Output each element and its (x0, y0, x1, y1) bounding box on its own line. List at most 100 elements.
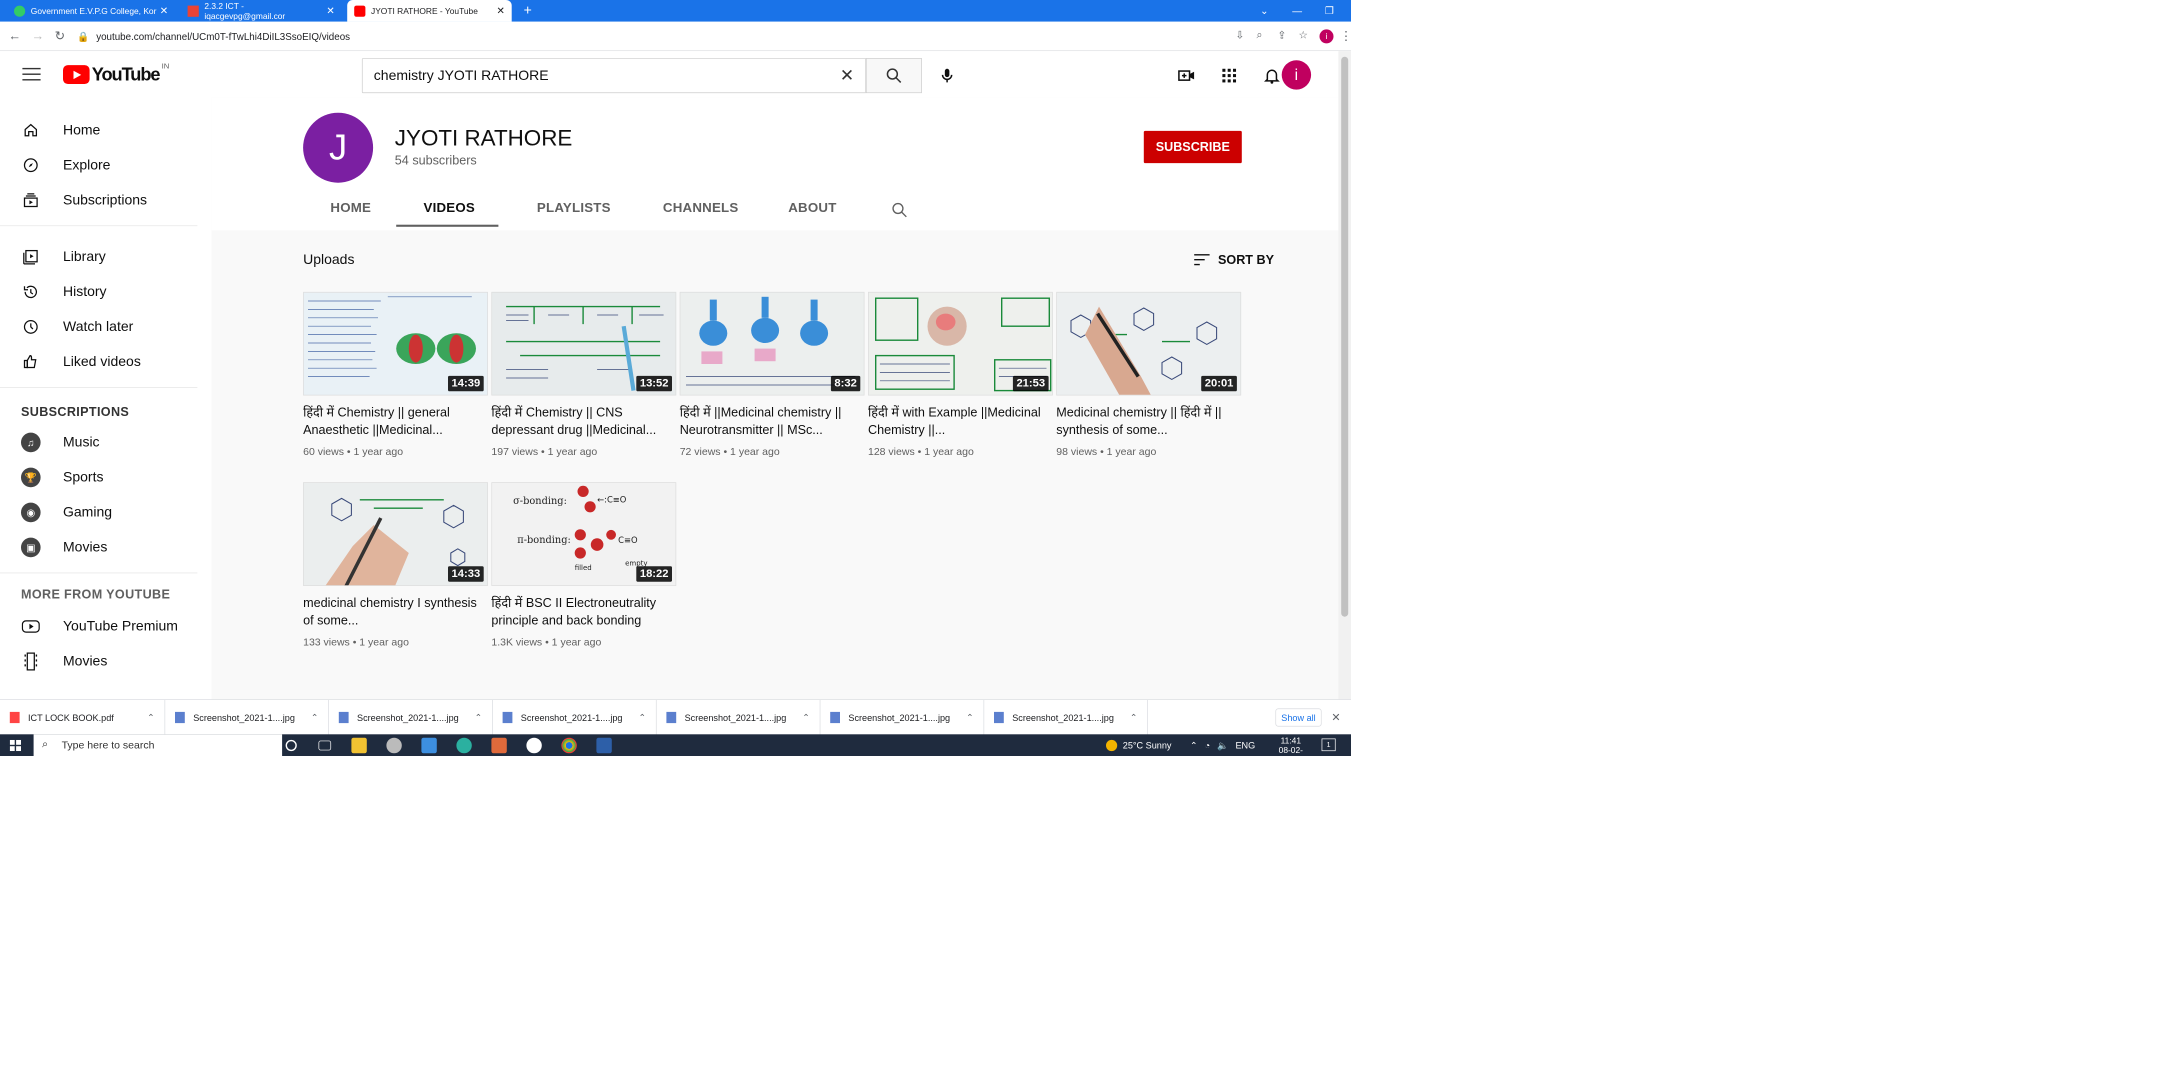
wifi-icon[interactable]: ◔ (1205, 740, 1211, 751)
video-title[interactable]: हिंदी में Chemistry || CNS depressant dr… (491, 404, 676, 439)
chrome-icon[interactable] (561, 737, 577, 754)
chrome-menu-icon[interactable]: ⋮ (1340, 29, 1353, 44)
sidebar-item-movies[interactable]: ▣ Movies (0, 530, 211, 565)
close-tab-icon[interactable]: ✕ (160, 5, 168, 17)
close-tab-icon[interactable]: ✕ (496, 5, 504, 17)
sidebar-item-subscriptions[interactable]: Subscriptions (0, 183, 211, 218)
install-icon[interactable]: ⇩ (1236, 29, 1245, 41)
account-avatar[interactable]: i (1281, 60, 1312, 90)
maps-icon[interactable] (526, 737, 542, 754)
sidebar-item-explore[interactable]: Explore (0, 148, 211, 183)
tab-channels[interactable]: CHANNELS (663, 201, 739, 216)
file-explorer-icon[interactable] (351, 737, 367, 754)
browser-tab-active[interactable]: JYOTI RATHORE - YouTube ✕ (347, 0, 512, 22)
back-icon[interactable]: ← (8, 29, 21, 44)
subscribe-button[interactable]: SUBSCRIBE (1143, 130, 1242, 164)
video-thumbnail[interactable]: 14:33 (303, 482, 488, 586)
voice-search-button[interactable] (931, 60, 963, 92)
page-scrollbar[interactable] (1338, 51, 1351, 700)
sidebar-item-music[interactable]: ♫ Music (0, 425, 211, 460)
download-item[interactable]: Screenshot_2021-1....jpg ⌃ (657, 700, 821, 735)
sidebar-item-liked-videos[interactable]: Liked videos (0, 344, 211, 379)
sidebar-item-library[interactable]: Library (0, 239, 211, 274)
chevron-up-icon[interactable]: ⌃ (1190, 740, 1198, 751)
video-thumbnail[interactable]: 20:01 (1056, 291, 1242, 396)
close-downloads-icon[interactable]: ✕ (1331, 711, 1340, 725)
sidebar-item-home[interactable]: Home (0, 113, 211, 148)
download-item[interactable]: Screenshot_2021-1....jpg ⌃ (493, 700, 657, 735)
forward-icon[interactable]: → (32, 29, 45, 44)
chevron-up-icon[interactable]: ⌃ (802, 712, 810, 723)
clear-search-icon[interactable]: ✕ (840, 65, 854, 85)
browser-tab[interactable]: 2.3.2 ICT - iqacgevpg@gmail.cor ✕ (181, 0, 342, 22)
chevron-up-icon[interactable]: ⌃ (966, 712, 974, 723)
video-thumbnail[interactable]: σ-bonding: π-bonding: ←:C≡O C≡O filled e… (491, 482, 677, 586)
sidebar-item-history[interactable]: History (0, 274, 211, 309)
apps-grid-icon[interactable] (1220, 67, 1238, 85)
weather-widget[interactable]: 25°C Sunny (1106, 734, 1171, 756)
video-card[interactable]: 14:33 medicinal chemistry I synthesis of… (303, 482, 488, 648)
video-card[interactable]: 13:52 हिंदी में Chemistry || CNS depress… (491, 291, 677, 458)
chrome-profile-icon[interactable]: i (1319, 29, 1334, 44)
chevron-up-icon[interactable]: ⌃ (638, 712, 646, 723)
address-bar[interactable]: 🔒 youtube.com/channel/UCm0T-fTwLhi4DiIL3… (77, 26, 1211, 47)
create-video-icon[interactable] (1177, 67, 1195, 85)
download-item[interactable]: Screenshot_2021-1....jpg ⌃ (165, 700, 329, 735)
video-card[interactable]: σ-bonding: π-bonding: ←:C≡O C≡O filled e… (491, 482, 677, 648)
tab-playlists[interactable]: PLAYLISTS (537, 201, 611, 216)
video-card[interactable]: 20:01 Medicinal chemistry || हिंदी में |… (1056, 291, 1242, 458)
video-thumbnail[interactable]: 14:39 (303, 291, 488, 396)
sidebar-item-youtube-premium[interactable]: YouTube Premium (0, 609, 211, 644)
video-title[interactable]: हिंदी में ||Medicinal chemistry || Neuro… (680, 404, 865, 439)
system-tray-icons[interactable]: ⌃ ◔ 🔈 ENG (1190, 734, 1255, 756)
channel-avatar[interactable]: J (303, 112, 374, 183)
notifications-center-icon[interactable]: 1 (1321, 738, 1336, 752)
video-title[interactable]: हिंदी में Chemistry || general Anaesthet… (303, 404, 488, 439)
sidebar-item-watch-later[interactable]: Watch later (0, 309, 211, 344)
search-input[interactable]: chemistry JYOTI RATHORE ✕ (361, 58, 866, 94)
channel-search-icon[interactable] (890, 201, 908, 219)
download-item[interactable]: ICT LOCK BOOK.pdf ⌃ (0, 700, 166, 735)
tab-search-button[interactable]: ⌄ (1248, 0, 1280, 22)
video-card[interactable]: 21:53 हिंदी में with Example ||Medicinal… (868, 291, 1053, 458)
video-thumbnail[interactable]: 8:32 (679, 291, 865, 396)
tab-about[interactable]: ABOUT (788, 201, 836, 216)
task-view-icon[interactable] (318, 740, 332, 751)
minimize-button[interactable]: — (1281, 0, 1313, 22)
store-icon[interactable] (491, 737, 507, 754)
video-title[interactable]: Medicinal chemistry || हिंदी में || synt… (1056, 404, 1241, 439)
edge-browser-icon[interactable] (456, 737, 472, 754)
cortana-icon[interactable] (285, 739, 297, 752)
download-item[interactable]: Screenshot_2021-1....jpg ⌃ (329, 700, 493, 735)
clock[interactable]: 11:41 08-02-2022 (1270, 736, 1312, 765)
download-item[interactable]: Screenshot_2021-1....jpg ⌃ (820, 700, 985, 735)
reload-icon[interactable]: ↻ (55, 29, 66, 44)
chevron-up-icon[interactable]: ⌃ (475, 712, 483, 723)
sidebar-item-sports[interactable]: 🏆 Sports (0, 460, 211, 495)
bookmark-star-icon[interactable]: ☆ (1299, 29, 1308, 41)
language-indicator[interactable]: ENG (1235, 740, 1255, 751)
chevron-up-icon[interactable]: ⌃ (311, 712, 319, 723)
tab-videos[interactable]: VIDEOS (424, 201, 476, 216)
video-card[interactable]: 8:32 हिंदी में ||Medicinal chemistry || … (679, 291, 865, 458)
restore-button[interactable]: ❐ (1313, 0, 1345, 22)
notes-app-icon[interactable] (596, 737, 612, 754)
scrollbar-thumb[interactable] (1341, 56, 1349, 617)
video-title[interactable]: medicinal chemistry I synthesis of some.… (303, 594, 488, 629)
show-all-downloads-button[interactable]: Show all (1275, 708, 1322, 727)
video-title[interactable]: हिंदी में BSC II Electroneutrality princ… (491, 594, 676, 629)
search-button[interactable] (865, 58, 922, 94)
download-item[interactable]: Screenshot_2021-1....jpg ⌃ (984, 700, 1148, 735)
browser-tab[interactable]: Government E.V.P.G College, Kor ✕ (7, 0, 175, 22)
zoom-icon[interactable]: ⌕ (1257, 29, 1263, 41)
share-icon[interactable]: ⇪ (1278, 29, 1287, 41)
taskbar-search-input[interactable]: ⌕ Type here to search (33, 734, 283, 756)
tab-home[interactable]: HOME (330, 201, 371, 216)
chevron-up-icon[interactable]: ⌃ (1130, 712, 1138, 723)
settings-gear-icon[interactable] (386, 737, 402, 754)
new-tab-button[interactable]: + (517, 0, 545, 22)
video-card[interactable]: 14:39 हिंदी में Chemistry || general Ana… (303, 291, 488, 458)
mail-icon[interactable] (421, 737, 437, 754)
windows-start-icon[interactable] (9, 739, 21, 752)
notifications-bell-icon[interactable] (1263, 67, 1281, 85)
